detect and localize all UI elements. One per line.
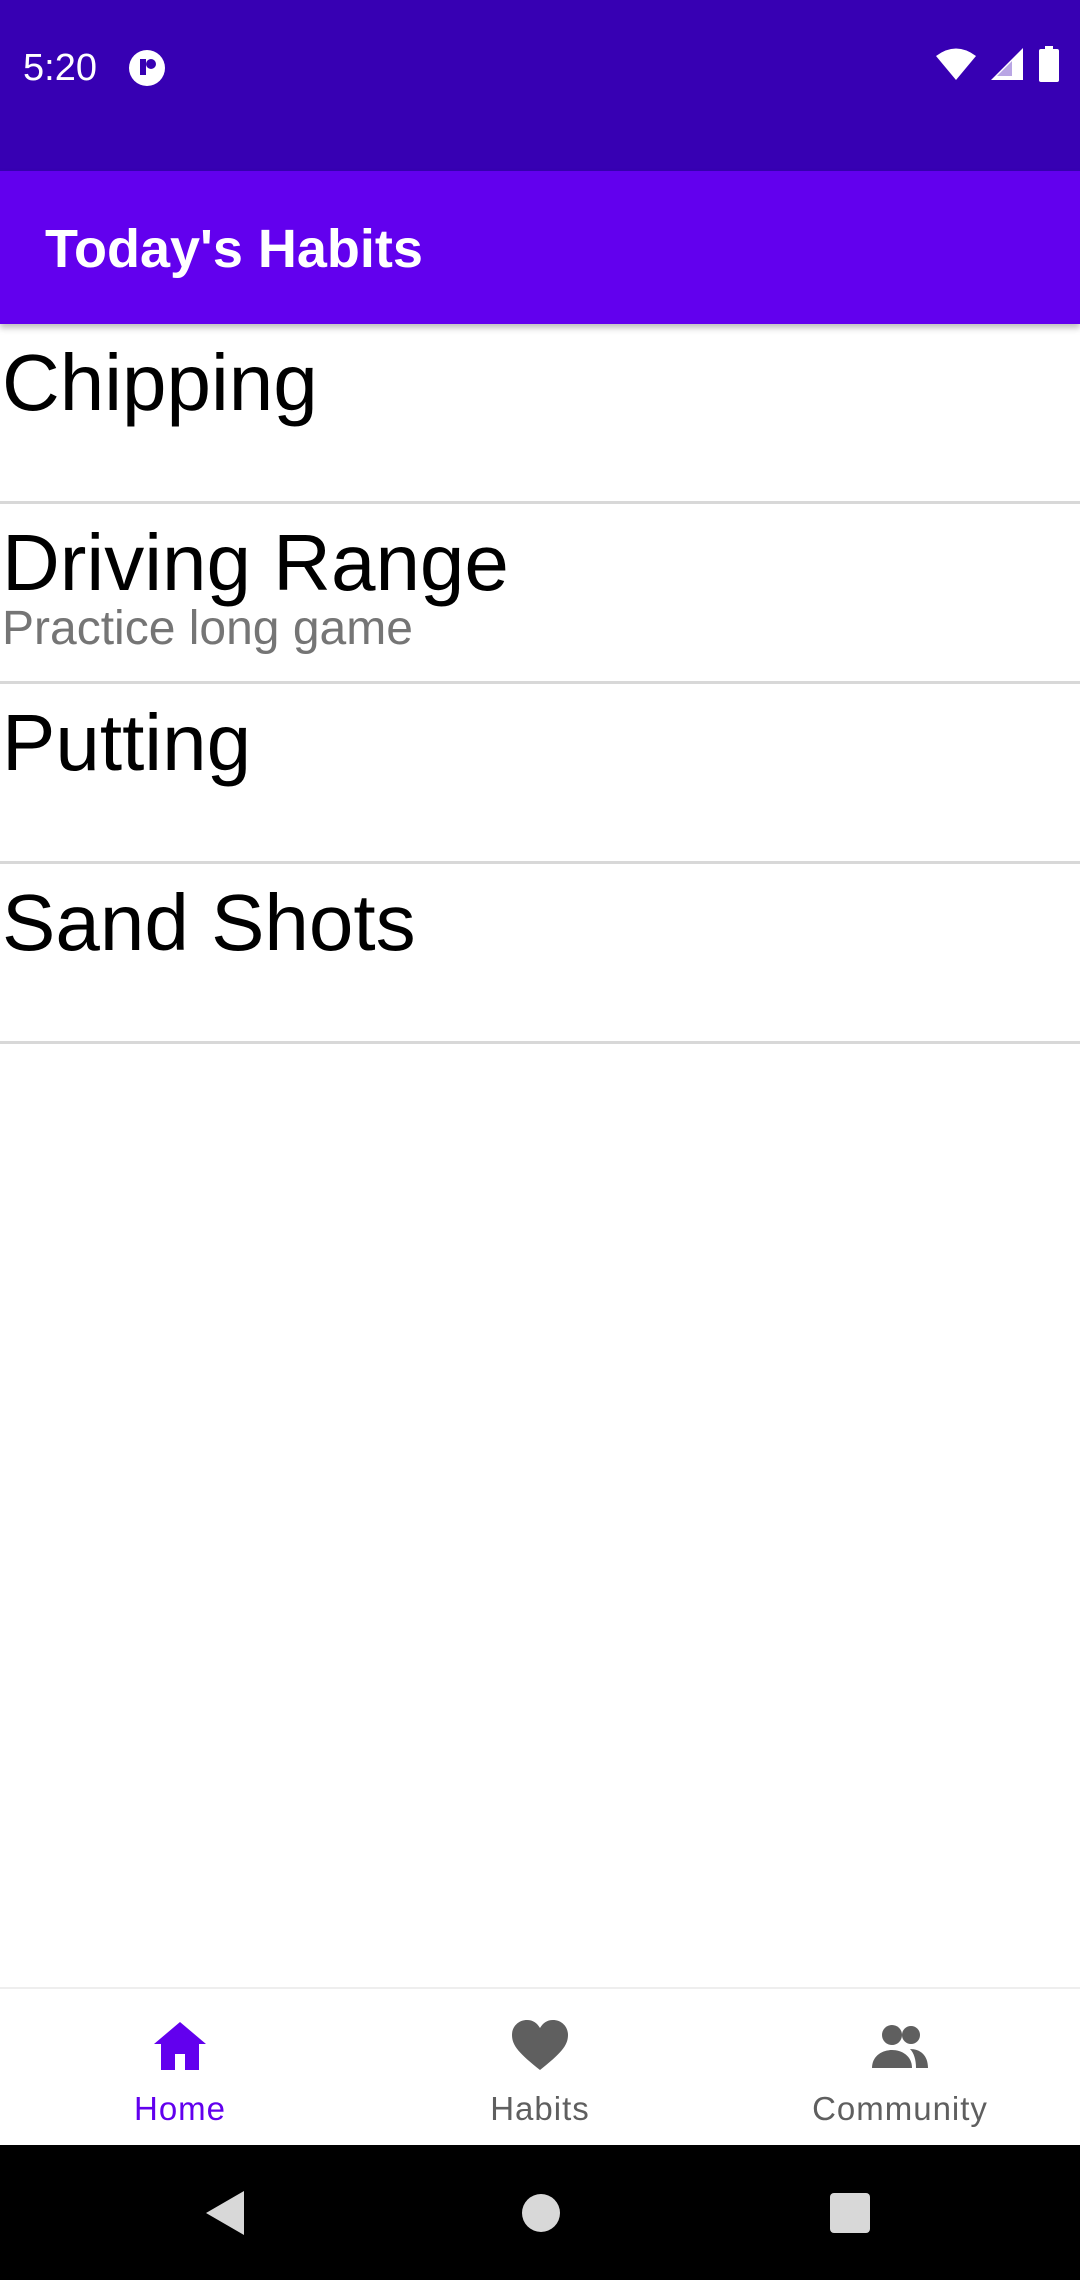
- bottom-navigation: Home Habits Community: [0, 1987, 1080, 2147]
- nav-label: Habits: [490, 2090, 590, 2127]
- nav-label: Home: [133, 2090, 227, 2127]
- list-item-chipping[interactable]: Chipping: [0, 324, 1080, 504]
- habit-title: Putting: [2, 698, 252, 787]
- app-bar: Today's Habits: [0, 171, 1080, 324]
- habit-description: Practice long game: [2, 602, 413, 655]
- status-bar: 5:20: [0, 0, 1080, 171]
- list-item-sand-shots[interactable]: Sand Shots: [0, 864, 1080, 1044]
- recents-square-icon[interactable]: [828, 2189, 872, 2237]
- list-item-putting[interactable]: Putting: [0, 684, 1080, 864]
- list-item-driving-range[interactable]: Driving Range Practice long game: [0, 504, 1080, 684]
- nav-item-habits[interactable]: Habits: [360, 1989, 720, 2147]
- nav-label: Community: [812, 2090, 988, 2127]
- habit-list: Chipping Driving Range Practice long gam…: [0, 324, 1080, 1044]
- cell-signal-icon: [991, 48, 1023, 80]
- status-time: 5:20: [23, 47, 97, 89]
- habit-title: Driving Range: [2, 518, 509, 607]
- wifi-icon: [936, 48, 976, 80]
- status-icons: [936, 46, 1060, 82]
- home-circle-icon[interactable]: [520, 2189, 562, 2237]
- battery-icon: [1039, 46, 1059, 82]
- notification-app-icon: [129, 50, 165, 86]
- system-navigation-bar: [0, 2145, 1080, 2280]
- home-icon: [154, 2022, 206, 2070]
- habit-title: Chipping: [2, 338, 318, 427]
- nav-item-home[interactable]: Home: [0, 1989, 360, 2147]
- habit-title: Sand Shots: [2, 878, 416, 967]
- nav-item-community[interactable]: Community: [720, 1989, 1080, 2147]
- heart-icon: [512, 2020, 568, 2070]
- page-title: Today's Habits: [45, 219, 423, 279]
- back-icon[interactable]: [204, 2189, 248, 2237]
- people-icon: [872, 2025, 928, 2068]
